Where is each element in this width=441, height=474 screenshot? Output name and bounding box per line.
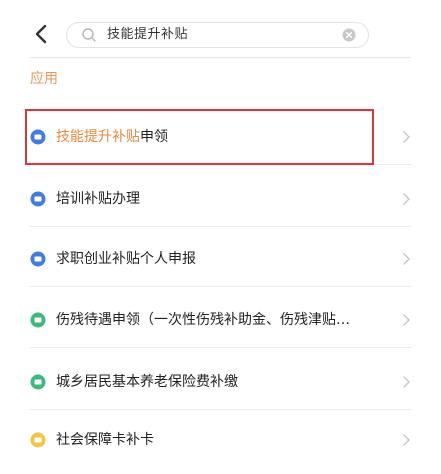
result-item[interactable]: 社会保障卡补卡 xyxy=(30,412,411,468)
blue-circle-icon xyxy=(30,251,46,267)
selection-highlight xyxy=(25,109,374,165)
divider xyxy=(30,409,411,410)
divider xyxy=(30,286,411,287)
result-item-text: 培训补贴办理 xyxy=(56,191,140,207)
result-item-label: 伤残待遇申领（一次性伤残补助金、伤残津贴… xyxy=(56,310,350,330)
result-item-text: 求职创业补贴个人申报 xyxy=(56,251,196,267)
top-bar: 技能提升补贴 xyxy=(0,0,441,64)
result-item[interactable]: 城乡居民基本养老保险费补缴 xyxy=(30,354,411,410)
chevron-right-icon xyxy=(403,434,410,446)
search-query-text: 技能提升补贴 xyxy=(107,27,189,42)
back-button[interactable] xyxy=(30,22,54,46)
clear-icon[interactable] xyxy=(342,28,356,42)
result-item-label: 培训补贴办理 xyxy=(56,189,140,209)
green-circle-icon xyxy=(30,312,46,328)
section-title: 应用 xyxy=(30,71,58,87)
chevron-right-icon xyxy=(403,193,410,205)
search-input[interactable]: 技能提升补贴 xyxy=(66,22,369,48)
result-item[interactable]: 求职创业补贴个人申报 xyxy=(30,231,411,287)
chevron-right-icon xyxy=(403,253,410,265)
green-circle-icon xyxy=(30,374,46,390)
chevron-right-icon xyxy=(403,376,410,388)
chevron-right-icon xyxy=(403,131,410,143)
result-item-text: 城乡居民基本养老保险费补缴 xyxy=(56,374,238,390)
result-item-label: 社会保障卡补卡 xyxy=(56,430,154,450)
result-item-text: 社会保障卡补卡 xyxy=(56,432,154,448)
result-item[interactable]: 培训补贴办理 xyxy=(30,171,411,227)
result-item-text: 伤残待遇申领（一次性伤残补助金、伤残津贴… xyxy=(56,312,350,328)
chevron-left-icon xyxy=(35,24,47,44)
blue-circle-icon xyxy=(30,191,46,207)
divider xyxy=(30,347,411,348)
result-item[interactable]: 伤残待遇申领（一次性伤残补助金、伤残津贴… xyxy=(30,292,411,348)
chevron-right-icon xyxy=(403,314,410,326)
yellow-circle-icon xyxy=(30,432,46,448)
divider xyxy=(30,57,411,58)
result-item-label: 求职创业补贴个人申报 xyxy=(56,249,196,269)
search-icon xyxy=(82,28,96,42)
divider xyxy=(30,226,411,227)
result-item-label: 城乡居民基本养老保险费补缴 xyxy=(56,372,238,392)
